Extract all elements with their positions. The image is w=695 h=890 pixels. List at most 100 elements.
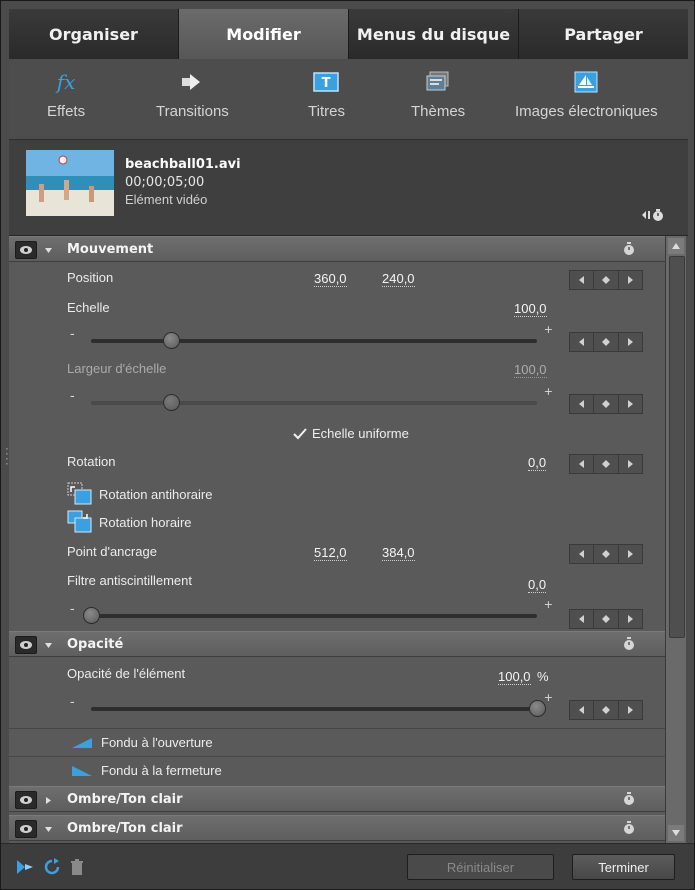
- eye-icon[interactable]: [15, 791, 37, 809]
- position-x-value[interactable]: 360,0: [314, 272, 347, 287]
- apply-preset-icon[interactable]: [15, 858, 35, 876]
- next-keyframe-icon[interactable]: [619, 455, 642, 473]
- add-keyframe-icon[interactable]: [594, 545, 619, 563]
- next-keyframe-icon[interactable]: [619, 610, 642, 628]
- titles-label: Titres: [308, 103, 345, 120]
- next-keyframe-icon[interactable]: [619, 271, 642, 289]
- transitions-tool[interactable]: Transitions: [156, 67, 229, 120]
- prev-keyframe-icon[interactable]: [570, 271, 595, 289]
- properties-scrollbar[interactable]: [665, 236, 686, 843]
- scale-width-label: Largeur d'échelle: [67, 361, 167, 376]
- themes-tool[interactable]: Thèmes: [411, 67, 465, 120]
- opacity-keyframe-nav: [569, 700, 643, 720]
- rotation-value[interactable]: 0,0: [528, 456, 547, 471]
- tab-modifier[interactable]: Modifier: [179, 9, 349, 59]
- next-keyframe-icon[interactable]: [619, 701, 642, 719]
- prev-keyframe-icon[interactable]: [570, 701, 595, 719]
- transitions-label: Transitions: [156, 103, 229, 120]
- scale-label: Echelle: [67, 300, 110, 315]
- add-keyframe-icon[interactable]: [594, 271, 619, 289]
- slider-track[interactable]: [91, 707, 537, 711]
- slider-knob[interactable]: [83, 607, 100, 624]
- rotate-ccw-button[interactable]: Rotation antihoraire: [67, 482, 212, 506]
- prev-keyframe-icon[interactable]: [570, 610, 595, 628]
- reset-button[interactable]: Réinitialiser: [407, 854, 554, 880]
- rotation-keyframe-nav: [569, 454, 643, 474]
- chevron-down-icon[interactable]: [44, 639, 53, 654]
- add-keyframe-icon[interactable]: [594, 455, 619, 473]
- bottom-bar: Réinitialiser Terminer: [1, 843, 694, 889]
- clip-opacity-slider[interactable]: - +: [67, 691, 553, 717]
- shadow-highlight-1-section-header[interactable]: Ombre/Ton clair: [9, 786, 665, 812]
- tab-partager[interactable]: Partager: [519, 9, 688, 59]
- fade-in-label: Fondu à l'ouverture: [101, 735, 213, 750]
- chevron-down-icon[interactable]: [44, 823, 53, 838]
- flicker-value[interactable]: 0,0: [528, 578, 547, 593]
- scale-slider[interactable]: - +: [67, 323, 553, 349]
- position-label: Position: [67, 270, 114, 285]
- clipart-label: Images électroniques: [515, 103, 658, 120]
- slider-minus-label: -: [70, 327, 75, 342]
- titles-tool[interactable]: T Titres: [308, 67, 345, 120]
- opacity-section-header[interactable]: Opacité: [9, 631, 665, 657]
- tab-menus-du-disque[interactable]: Menus du disque: [349, 9, 519, 59]
- clipart-tool[interactable]: Images électroniques: [515, 67, 658, 120]
- bottom-icons: [15, 858, 85, 876]
- uniform-scale-checkbox[interactable]: Echelle uniforme: [293, 426, 409, 441]
- tab-organiser[interactable]: Organiser: [9, 9, 179, 59]
- clip-opacity-label: Opacité de l'élément: [67, 666, 186, 681]
- next-keyframe-icon[interactable]: [619, 395, 642, 413]
- anchor-x-value[interactable]: 512,0: [314, 546, 347, 561]
- anchor-label: Point d'ancrage: [67, 544, 157, 559]
- chevron-right-icon[interactable]: [44, 794, 53, 809]
- prev-keyframe-icon[interactable]: [570, 395, 595, 413]
- prev-keyframe-icon[interactable]: [570, 333, 595, 351]
- clip-opacity-value[interactable]: 100,0: [498, 670, 531, 685]
- shadow-highlight-2-section-header[interactable]: Ombre/Ton clair: [9, 815, 665, 841]
- slider-knob[interactable]: [163, 332, 181, 349]
- clip-type: Elément vidéo: [125, 192, 208, 207]
- anchor-keyframe-nav: [569, 544, 643, 564]
- scale-value[interactable]: 100,0: [514, 302, 547, 317]
- stopwatch-icon[interactable]: [623, 637, 635, 655]
- add-keyframe-icon[interactable]: [594, 333, 619, 351]
- eye-icon[interactable]: [15, 241, 37, 259]
- properties-window: Organiser Modifier Menus du disque Parta…: [0, 0, 695, 890]
- chevron-down-icon[interactable]: [44, 244, 53, 259]
- rotate-cw-label: Rotation horaire: [99, 514, 192, 530]
- motion-section-header[interactable]: Mouvement: [9, 236, 665, 262]
- add-keyframe-icon[interactable]: [594, 395, 619, 413]
- position-y-value[interactable]: 240,0: [382, 272, 415, 287]
- clip-name: beachball01.avi: [125, 157, 241, 172]
- scrollbar-thumb[interactable]: [669, 256, 685, 638]
- refresh-icon[interactable]: [43, 858, 61, 876]
- fade-in-button[interactable]: Fondu à l'ouverture: [9, 728, 665, 756]
- rotate-cw-button[interactable]: Rotation horaire: [67, 510, 192, 534]
- clip-thumbnail: [26, 150, 114, 216]
- scroll-up-icon[interactable]: [668, 238, 684, 254]
- flicker-label: Filtre antiscintillement: [67, 573, 192, 588]
- add-keyframe-icon[interactable]: [594, 610, 619, 628]
- next-keyframe-icon[interactable]: [619, 333, 642, 351]
- anchor-y-value[interactable]: 384,0: [382, 546, 415, 561]
- slider-track[interactable]: [91, 339, 537, 343]
- fade-out-button[interactable]: Fondu à la fermeture: [9, 756, 665, 784]
- main-tabs: Organiser Modifier Menus du disque Parta…: [9, 9, 688, 59]
- trash-icon[interactable]: [69, 858, 85, 876]
- effects-tool[interactable]: fx Effets: [47, 67, 85, 120]
- flicker-slider[interactable]: - +: [67, 598, 553, 624]
- stopwatch-icon[interactable]: [623, 242, 635, 260]
- eye-icon[interactable]: [15, 820, 37, 838]
- add-keyframe-icon[interactable]: [594, 701, 619, 719]
- prev-keyframe-icon[interactable]: [570, 545, 595, 563]
- slider-track[interactable]: [91, 614, 537, 618]
- prev-keyframe-icon[interactable]: [570, 455, 595, 473]
- slider-knob: [163, 394, 181, 411]
- scroll-down-icon[interactable]: [668, 825, 684, 841]
- next-keyframe-icon[interactable]: [619, 545, 642, 563]
- eye-icon[interactable]: [15, 636, 37, 654]
- keyframe-view-toggle-icon[interactable]: [640, 208, 666, 226]
- done-button[interactable]: Terminer: [572, 854, 675, 880]
- stopwatch-icon[interactable]: [623, 792, 635, 810]
- stopwatch-icon[interactable]: [623, 821, 635, 839]
